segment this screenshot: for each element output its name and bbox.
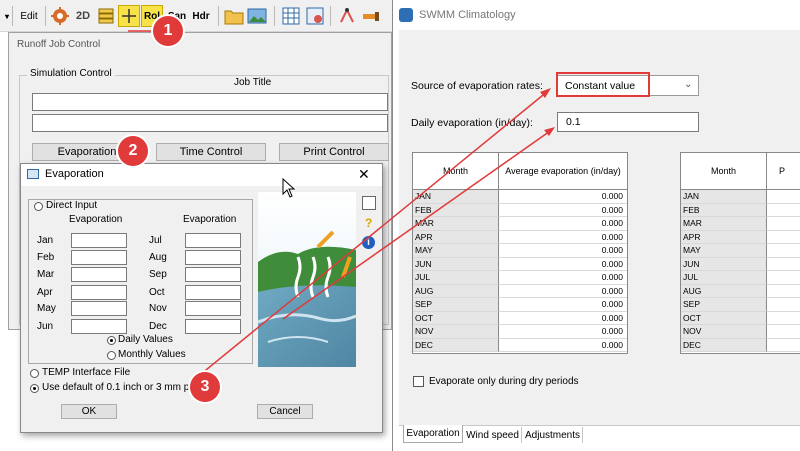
arrow-to-source-value [189, 90, 549, 384]
annotation-badge-3: 3 [190, 372, 220, 402]
annotation-badge-2: 2 [118, 136, 148, 166]
mouse-cursor-icon [282, 178, 296, 198]
annotation-badge-1: 1 [153, 16, 183, 46]
annotation-arrows [128, 30, 555, 384]
arrow-to-daily-evaporation [282, 128, 554, 320]
